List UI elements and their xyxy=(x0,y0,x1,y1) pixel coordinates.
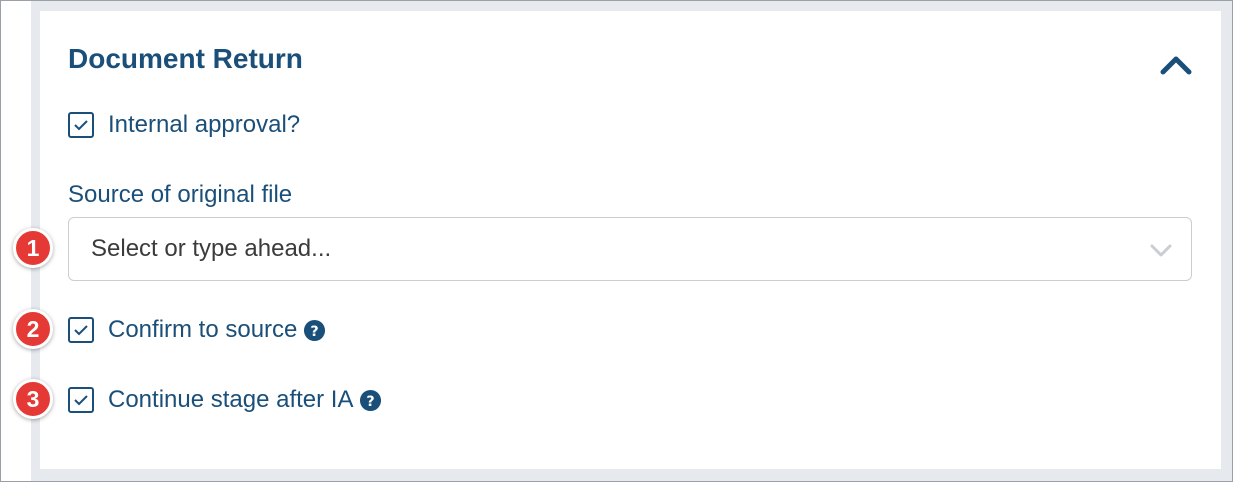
continue-stage-label[interactable]: Continue stage after IA xyxy=(108,385,353,415)
collapse-button[interactable] xyxy=(1158,49,1194,79)
source-select-placeholder: Select or type ahead... xyxy=(91,235,332,262)
confirm-to-source-checkbox[interactable] xyxy=(68,317,94,343)
screenshot-frame: Document Return Internal approval? Sourc… xyxy=(0,0,1233,482)
question-circle-icon[interactable]: ? xyxy=(303,319,326,342)
continue-stage-row: Continue stage after IA ? xyxy=(68,385,382,415)
confirm-to-source-label[interactable]: Confirm to source xyxy=(108,315,297,345)
checkmark-icon xyxy=(74,395,88,406)
internal-approval-label[interactable]: Internal approval? xyxy=(108,110,300,140)
checkmark-icon xyxy=(74,325,88,336)
chevron-down-icon[interactable] xyxy=(1149,240,1173,260)
internal-approval-row: Internal approval? xyxy=(68,110,300,140)
source-select[interactable]: Select or type ahead... xyxy=(68,217,1192,281)
callout-badge-2: 2 xyxy=(13,309,53,349)
callout-badge-1: 1 xyxy=(13,228,53,268)
confirm-to-source-row: Confirm to source ? xyxy=(68,315,326,345)
document-return-panel: Document Return Internal approval? Sourc… xyxy=(40,11,1221,469)
svg-text:?: ? xyxy=(311,323,319,339)
panel-title: Document Return xyxy=(68,43,303,74)
chevron-up-icon xyxy=(1160,56,1192,75)
question-circle-icon[interactable]: ? xyxy=(359,389,382,412)
checkmark-icon xyxy=(74,120,88,131)
source-field-label: Source of original file xyxy=(68,181,293,208)
internal-approval-checkbox[interactable] xyxy=(68,112,94,138)
callout-badge-3: 3 xyxy=(13,379,53,419)
svg-text:?: ? xyxy=(367,393,375,409)
continue-stage-checkbox[interactable] xyxy=(68,387,94,413)
